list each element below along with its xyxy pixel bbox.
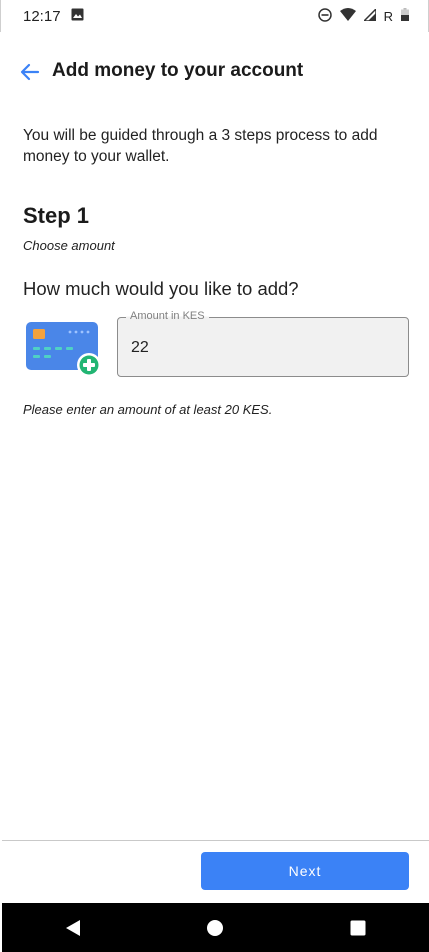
- nav-home-button[interactable]: [195, 908, 235, 948]
- card-add-icon: [26, 322, 102, 378]
- bottom-divider: [2, 840, 429, 841]
- page-title: Add money to your account: [52, 60, 304, 81]
- status-left: 12:17: [23, 8, 84, 25]
- app-bar: Add money to your account: [0, 52, 429, 92]
- status-time: 12:17: [23, 7, 61, 25]
- nav-back-icon: [66, 919, 81, 936]
- back-arrow-icon: [20, 63, 40, 81]
- nav-recents-icon: [350, 920, 366, 935]
- intro-text: You will be guided through a 3 steps pro…: [23, 127, 378, 165]
- amount-question: How much would you like to add?: [23, 278, 299, 299]
- next-button[interactable]: Next: [201, 852, 409, 890]
- nav-back-button[interactable]: [53, 908, 93, 948]
- step-title: Step 1: [23, 203, 90, 228]
- image-icon: [71, 8, 84, 25]
- network-label: R: [383, 8, 393, 24]
- signal-icon: [361, 6, 377, 24]
- amount-input-value: 22: [131, 339, 149, 356]
- dnd-icon: [317, 7, 332, 25]
- status-bar: 12:17 R: [0, 0, 429, 32]
- system-nav-bar: [2, 903, 429, 952]
- nav-recents-button[interactable]: [338, 908, 378, 948]
- step-subtitle: Choose amount: [23, 238, 115, 253]
- battery-icon: [401, 8, 409, 24]
- amount-hint: Please enter an amount of at least 20 KE…: [23, 402, 273, 417]
- nav-home-icon: [207, 919, 224, 936]
- amount-input[interactable]: Amount in KES 22: [117, 310, 409, 377]
- wifi-icon: [339, 8, 356, 24]
- back-button[interactable]: [18, 60, 42, 84]
- status-right: R: [317, 6, 409, 25]
- amount-input-label: Amount in KES: [126, 310, 209, 322]
